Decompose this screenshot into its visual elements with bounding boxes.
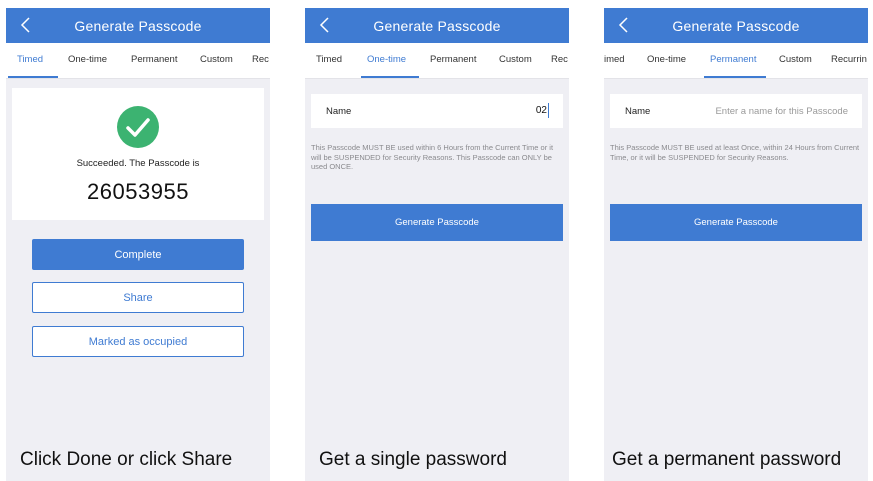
tab-timed[interactable]: Timed (316, 54, 342, 65)
tab-recurring[interactable]: Recurrin (831, 54, 867, 65)
generate-passcode-button[interactable]: Generate Passcode (311, 204, 563, 241)
share-button[interactable]: Share (32, 282, 244, 313)
header-title: Generate Passcode (74, 17, 202, 34)
tab-one-time[interactable]: One-time (647, 54, 686, 65)
tab-permanent[interactable]: Permanent (430, 54, 476, 65)
app-header: Generate Passcode (305, 8, 569, 43)
caption-step-1: Click Done or click Share (20, 449, 233, 470)
app-header: Generate Passcode (604, 8, 868, 43)
tab-timed[interactable]: Timed (17, 54, 43, 65)
app-header: Generate Passcode (6, 8, 270, 43)
name-input[interactable]: Enter a name for this Passcode (715, 106, 848, 117)
tab-one-time[interactable]: One-time (367, 54, 406, 65)
name-field[interactable]: Name Enter a name for this Passcode (610, 94, 862, 128)
complete-button[interactable]: Complete (32, 239, 244, 270)
caption-step-3: Get a permanent password (612, 449, 842, 470)
passcode-hint: This Passcode MUST BE used at least Once… (610, 143, 860, 162)
name-label: Name (326, 106, 352, 117)
success-message: Succeeded. The Passcode is (76, 158, 200, 169)
name-field[interactable]: Name 02 (311, 94, 563, 128)
timed-passcode-screen: Generate Passcode Timed One-time Permane… (6, 8, 270, 481)
success-card: Succeeded. The Passcode is 26053955 (12, 88, 264, 220)
text-cursor (548, 103, 549, 118)
header-title: Generate Passcode (373, 17, 501, 34)
tab-custom[interactable]: Custom (200, 54, 233, 65)
active-tab-indicator (8, 76, 58, 78)
tab-custom[interactable]: Custom (499, 54, 532, 65)
marked-as-occupied-button[interactable]: Marked as occupied (32, 326, 244, 357)
generated-passcode: 26053955 (87, 179, 189, 204)
chevron-left-icon[interactable] (16, 15, 36, 35)
tab-recurring[interactable]: Rec (252, 54, 269, 65)
passcode-type-tabs: imed One-time Permanent Custom Recurrin (604, 43, 868, 79)
passcode-hint: This Passcode MUST BE used within 6 Hour… (311, 143, 554, 171)
permanent-passcode-screen: Generate Passcode imed One-time Permanen… (604, 8, 868, 481)
caption-step-2: Get a single password (319, 449, 507, 470)
tab-permanent[interactable]: Permanent (131, 54, 177, 65)
name-input[interactable]: 02 (536, 105, 547, 116)
tab-custom[interactable]: Custom (779, 54, 812, 65)
generate-passcode-button[interactable]: Generate Passcode (610, 204, 862, 241)
name-label: Name (625, 106, 651, 117)
header-title: Generate Passcode (672, 17, 800, 34)
checkmark-circle-icon (117, 106, 159, 148)
active-tab-indicator (361, 76, 419, 78)
passcode-type-tabs: Timed One-time Permanent Custom Rec (305, 43, 569, 79)
tab-recurring[interactable]: Rec (551, 54, 568, 65)
one-time-passcode-screen: Generate Passcode Timed One-time Permane… (305, 8, 569, 481)
chevron-left-icon[interactable] (614, 15, 634, 35)
active-tab-indicator (704, 76, 766, 78)
tab-one-time[interactable]: One-time (68, 54, 107, 65)
chevron-left-icon[interactable] (315, 15, 335, 35)
tab-timed[interactable]: imed (604, 54, 625, 65)
tab-permanent[interactable]: Permanent (710, 54, 756, 65)
passcode-type-tabs: Timed One-time Permanent Custom Rec (6, 43, 270, 79)
